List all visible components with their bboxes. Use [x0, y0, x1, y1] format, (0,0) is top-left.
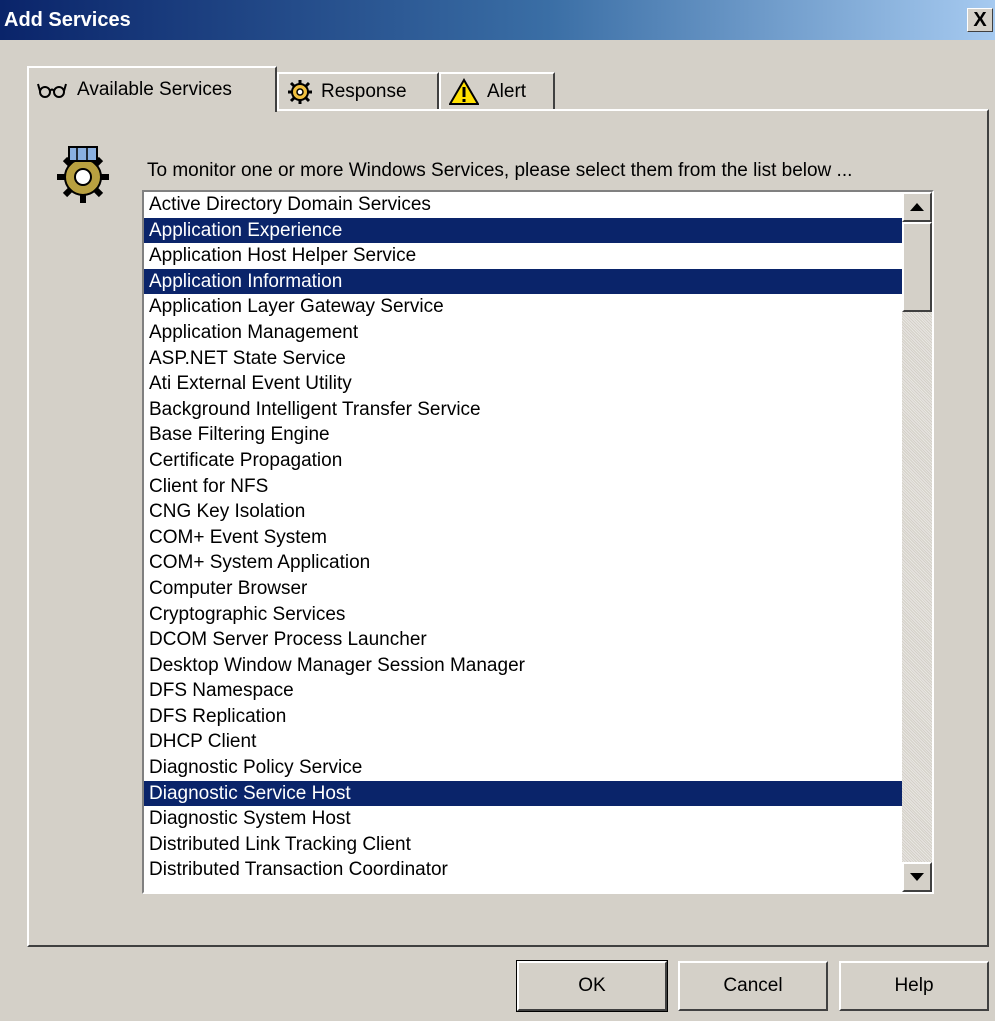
list-item[interactable]: Background Intelligent Transfer Service: [144, 397, 902, 423]
services-listbox[interactable]: Active Directory Domain Services Applicat…: [142, 190, 934, 894]
arrow-up-icon: [910, 203, 924, 211]
ok-button[interactable]: OK: [516, 960, 668, 1012]
list-item[interactable]: DHCP Client: [144, 729, 902, 755]
list-item[interactable]: Diagnostic System Host: [144, 806, 902, 832]
scroll-up-button[interactable]: [902, 192, 932, 222]
warning-icon: [449, 78, 479, 106]
cancel-button[interactable]: Cancel: [678, 961, 828, 1011]
vertical-scrollbar[interactable]: [902, 192, 932, 892]
list-item[interactable]: Cryptographic Services: [144, 602, 902, 628]
window-title: Add Services: [4, 9, 131, 31]
list-item[interactable]: COM+ Event System: [144, 525, 902, 551]
list-item[interactable]: Application Management: [144, 320, 902, 346]
list-item[interactable]: Certificate Propagation: [144, 448, 902, 474]
list-item[interactable]: Ati External Event Utility: [144, 371, 902, 397]
list-item[interactable]: Distributed Transaction Coordinator: [144, 857, 902, 883]
list-item[interactable]: Desktop Window Manager Session Manager: [144, 653, 902, 679]
tab-response[interactable]: Response: [277, 72, 439, 110]
list-item[interactable]: Diagnostic Policy Service: [144, 755, 902, 781]
list-item[interactable]: Application Host Helper Service: [144, 243, 902, 269]
tab-available-services[interactable]: Available Services: [27, 66, 277, 112]
tab-label: Alert: [487, 81, 527, 102]
scroll-thumb[interactable]: [902, 222, 932, 312]
list-item[interactable]: DFS Replication: [144, 704, 902, 730]
list-item[interactable]: CNG Key Isolation: [144, 499, 902, 525]
list-item[interactable]: Base Filtering Engine: [144, 422, 902, 448]
instruction-text: To monitor one or more Windows Services,…: [147, 160, 853, 181]
glasses-icon: [37, 81, 69, 99]
list-item[interactable]: Active Directory Domain Services: [144, 192, 902, 218]
list-item[interactable]: Diagnostic Service Host: [144, 780, 902, 807]
list-item[interactable]: Application Experience: [144, 217, 902, 244]
list-item[interactable]: Application Information: [144, 268, 902, 295]
close-button[interactable]: X: [967, 8, 993, 32]
list-item[interactable]: COM+ System Application: [144, 550, 902, 576]
tab-label: Available Services: [77, 79, 232, 100]
arrow-down-icon: [910, 873, 924, 881]
tab-alert[interactable]: Alert: [439, 72, 555, 110]
list-item[interactable]: Application Layer Gateway Service: [144, 294, 902, 320]
list-item[interactable]: Client for NFS: [144, 474, 902, 500]
tab-label: Response: [321, 81, 407, 102]
title-bar: Add Services X: [0, 0, 995, 40]
list-item[interactable]: DCOM Server Process Launcher: [144, 627, 902, 653]
services-gear-icon: [47, 143, 119, 211]
scroll-down-button[interactable]: [902, 862, 932, 892]
list-item[interactable]: ASP.NET State Service: [144, 346, 902, 372]
list-item[interactable]: DFS Namespace: [144, 678, 902, 704]
services-list[interactable]: Active Directory Domain Services Applicat…: [144, 192, 902, 883]
list-item[interactable]: Distributed Link Tracking Client: [144, 832, 902, 858]
gear-icon: [287, 79, 313, 105]
list-item[interactable]: Computer Browser: [144, 576, 902, 602]
help-button[interactable]: Help: [839, 961, 989, 1011]
